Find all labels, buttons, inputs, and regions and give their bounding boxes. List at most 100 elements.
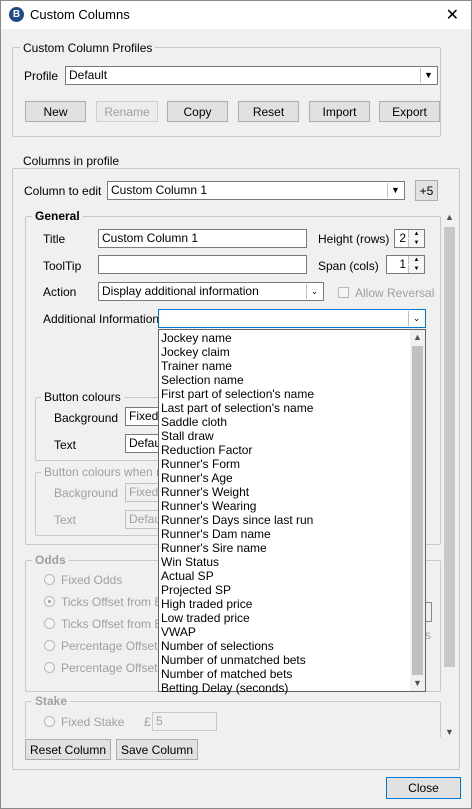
odds-option-radio[interactable] [44,640,55,651]
additional-info-select[interactable]: ⌄ [158,309,426,328]
dropdown-item[interactable]: Actual SP [161,569,214,583]
scroll-down-icon[interactable]: ▼ [410,676,425,691]
currency-symbol: £ [144,715,151,729]
odds-option-radio[interactable] [44,618,55,629]
dropdown-item[interactable]: Runner's Form [161,457,240,471]
scroll-down-icon[interactable]: ▼ [442,725,457,740]
bc-text-value: Defau [129,436,162,450]
tooltip-label: ToolTip [43,259,82,273]
stepper-up-icon[interactable]: ▲ [408,230,424,238]
dropdown-item[interactable]: Runner's Age [161,471,233,485]
profile-select[interactable]: Default ▼ [65,66,438,85]
rename-button[interactable]: Rename [96,101,158,122]
custom-columns-window: B Custom Columns ✕ Custom Column Profile… [0,0,472,809]
dropdown-item[interactable]: Number of matched bets [161,667,292,681]
dropdown-item[interactable]: Number of unmatched bets [161,653,306,667]
bc-background-value: Fixed [129,409,159,423]
button-colours-legend: Button colours [41,390,124,404]
profile-value: Default [69,68,108,82]
dropdown-item[interactable]: First part of selection's name [161,387,314,401]
odds-option-label: Percentage Offset fr [61,639,169,653]
odds-option-label: Ticks Offset from B [61,617,163,631]
additional-info-dropdown-list[interactable]: Jockey name Jockey claim Trainer name Selec… [158,329,426,695]
dropdown-item[interactable]: Win Status [161,555,219,569]
fixed-stake-radio[interactable] [44,716,55,727]
odds-legend: Odds [32,553,69,567]
dropdown-item[interactable]: High traded price [161,597,252,611]
dropdown-item[interactable]: Runner's Wearing [161,499,256,513]
odds-option-radio[interactable] [44,596,55,607]
dropdown-item[interactable]: Jockey claim [161,345,230,359]
odds-option-radio[interactable] [44,574,55,585]
bc-text-label: Text [54,438,77,452]
reset-button[interactable]: Reset [238,101,299,122]
dropdown-item[interactable]: Stall draw [161,429,214,443]
columns-scrollbar[interactable]: ▲ ▼ [442,210,457,740]
dropdown-item[interactable]: Runner's Weight [161,485,249,499]
profiles-legend: Custom Column Profiles [20,41,156,55]
import-button[interactable]: Import [309,101,370,122]
dropdown-item[interactable]: Number of selections [161,639,274,653]
save-column-button[interactable]: Save Column [116,739,198,760]
export-button[interactable]: Export [379,101,440,122]
dropdown-item[interactable]: Saddle cloth [161,415,227,429]
dropdown-item[interactable]: Jockey name [161,331,232,345]
column-to-edit-select[interactable]: Custom Column 1 ▼ [107,181,405,200]
span-stepper[interactable]: 1 ▲ ▼ [386,255,425,274]
profile-label: Profile [24,69,59,83]
additional-info-label: Additional Information [43,312,160,326]
stepper-down-icon[interactable]: ▼ [408,265,424,273]
height-value: 2 [399,231,406,245]
dropdown-item[interactable]: Runner's Sire name [161,541,267,555]
chevron-down-icon: ▼ [387,183,403,198]
new-button[interactable]: New [25,101,86,122]
stepper-up-icon[interactable]: ▲ [408,256,424,264]
scroll-up-icon[interactable]: ▲ [410,330,425,345]
add-columns-button[interactable]: +5 [415,180,438,201]
bcr-text-value: Defau [129,512,162,526]
bcr-text-label: Text [54,513,77,527]
dropdown-item[interactable]: Projected SP [161,583,231,597]
dropdown-item[interactable]: Reduction Factor [161,443,252,457]
odds-option-label: Ticks Offset from B [61,595,163,609]
bcr-text-select[interactable]: Defau [125,510,162,529]
profiles-group [12,47,441,137]
chevron-down-icon: ⌄ [306,284,322,299]
column-to-edit-label: Column to edit [24,184,102,198]
copy-button[interactable]: Copy [167,101,228,122]
action-value: Display additional information [102,284,259,298]
dropdown-item[interactable]: Trainer name [161,359,232,373]
height-stepper[interactable]: 2 ▲ ▼ [394,229,425,248]
dropdown-item[interactable]: Last part of selection's name [161,401,313,415]
close-button[interactable]: Close [386,777,461,799]
allow-reversal-checkbox[interactable] [338,287,349,298]
dropdown-item[interactable]: Runner's Days since last run [161,513,313,527]
close-window-icon[interactable]: ✕ [446,5,459,25]
dropdown-item[interactable]: Runner's Dam name [161,527,271,541]
span-label: Span (cols) [318,259,379,273]
dropdown-scrollbar[interactable]: ▲ ▼ [410,330,425,691]
reset-column-button[interactable]: Reset Column [25,739,111,760]
action-select[interactable]: Display additional information ⌄ [98,282,324,301]
dropdown-item[interactable]: Betting Delay (seconds) [161,681,288,695]
bc-text-select[interactable]: Defau [125,434,162,453]
scroll-thumb[interactable] [444,227,455,667]
columns-legend: Columns in profile [20,154,123,168]
tooltip-input[interactable] [98,255,307,274]
stepper-down-icon[interactable]: ▼ [408,239,424,247]
title-bar: B Custom Columns ✕ [1,1,471,29]
stake-input[interactable]: 5 [152,712,217,731]
scroll-up-icon[interactable]: ▲ [442,210,457,225]
dropdown-scroll-thumb[interactable] [412,346,423,675]
bc-background-select[interactable]: Fixed [125,407,159,426]
dropdown-item[interactable]: VWAP [161,625,196,639]
odds-option-label: Fixed Odds [61,573,123,587]
dropdown-item[interactable]: Low traded price [161,611,250,625]
window-title: Custom Columns [30,7,130,22]
bcr-background-select[interactable]: Fixed [125,483,159,502]
dropdown-item[interactable]: Selection name [161,373,244,387]
allow-reversal-label: Allow Reversal [355,286,435,300]
odds-option-radio[interactable] [44,662,55,673]
bc-background-label: Background [54,411,119,425]
title-input[interactable]: Custom Column 1 [98,229,307,248]
